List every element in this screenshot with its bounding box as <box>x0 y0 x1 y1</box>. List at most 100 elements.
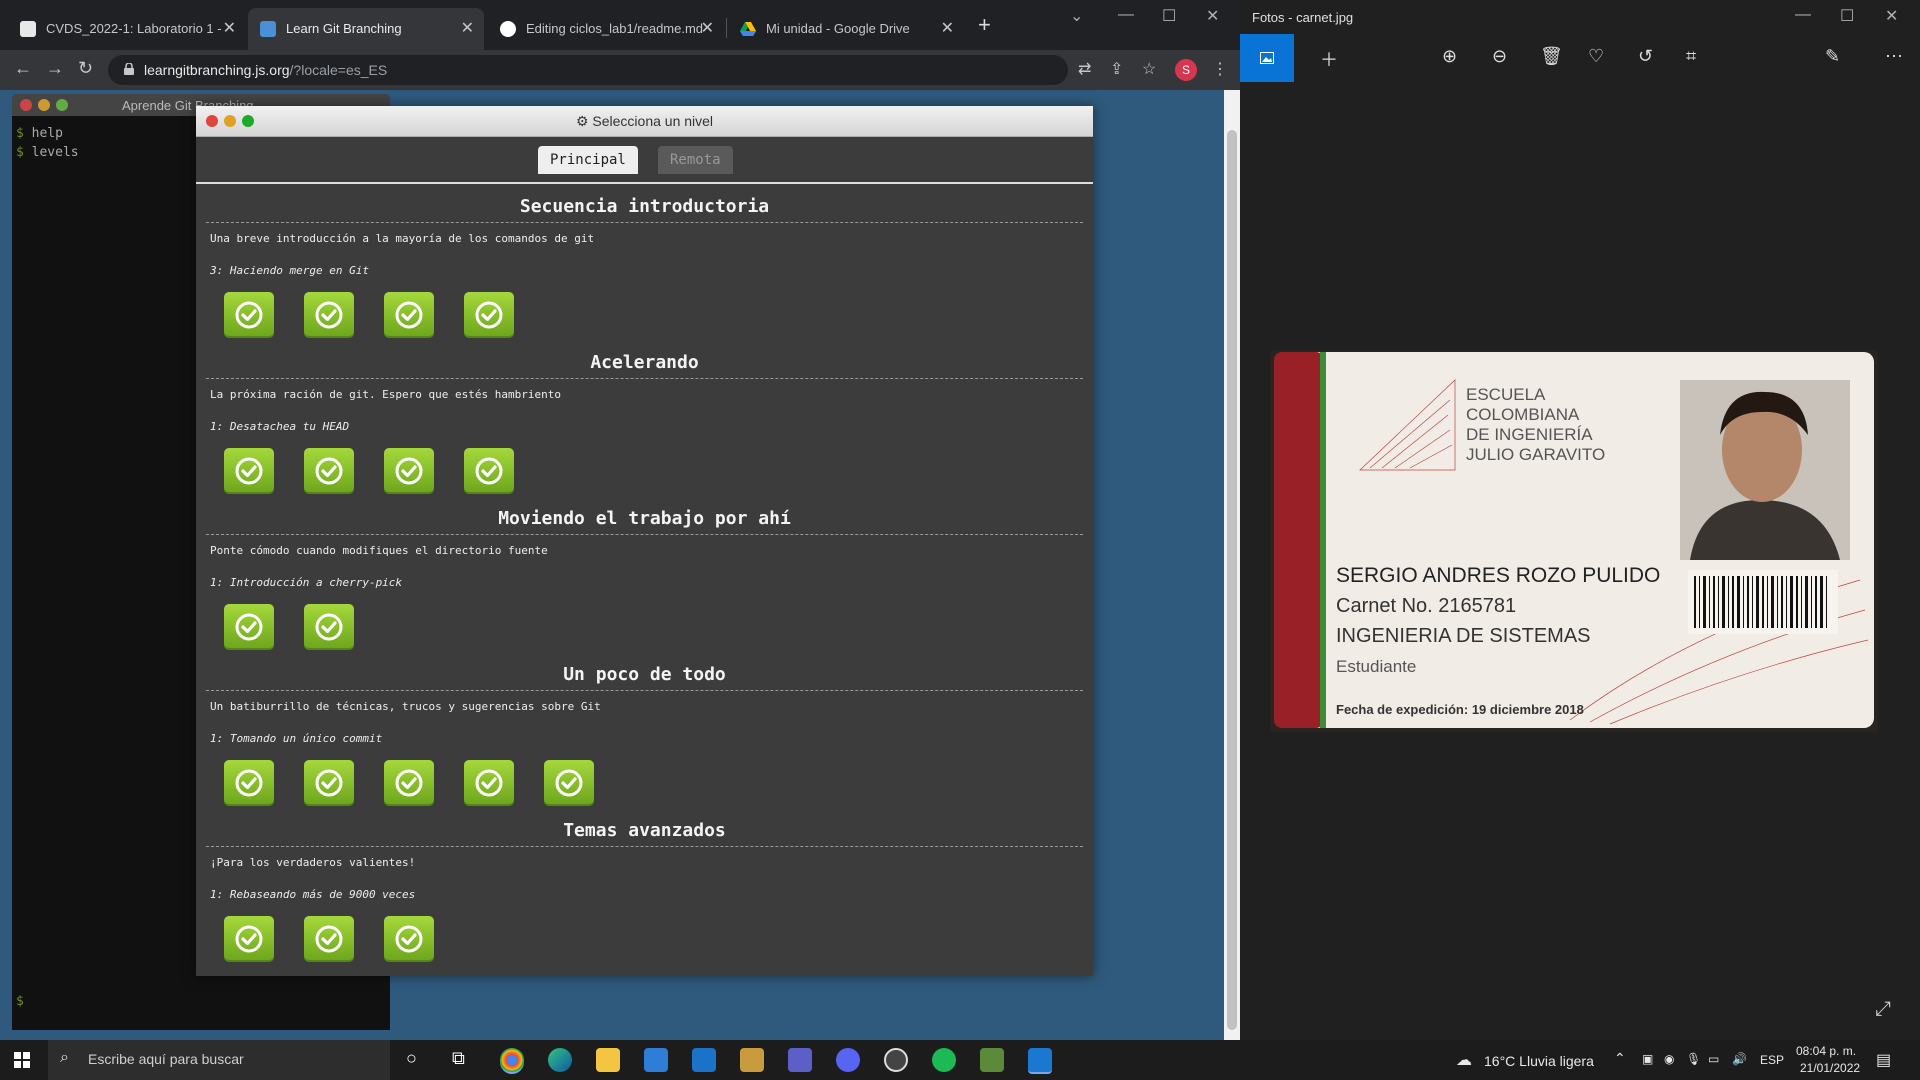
close-light[interactable] <box>20 99 32 111</box>
language-indicator[interactable]: ESP <box>1760 1053 1784 1067</box>
level-button[interactable] <box>304 604 354 650</box>
zoom-light[interactable] <box>56 99 68 111</box>
scrollbar-thumb[interactable] <box>1227 130 1237 1030</box>
tab-drive[interactable]: Mi unidad - Google Drive ✕ <box>728 8 964 50</box>
microphone-icon[interactable]: 🎙 <box>1686 1052 1701 1066</box>
level-button[interactable] <box>464 292 514 338</box>
edit-icon[interactable]: ✎ <box>1825 46 1840 67</box>
bookmark-star-icon[interactable]: ☆ <box>1142 59 1156 79</box>
forward-icon[interactable]: → <box>46 58 64 79</box>
translate-icon[interactable]: ⇄ <box>1078 59 1091 79</box>
task-view-icon[interactable]: ⧉ <box>452 1048 465 1069</box>
section-title: Secuencia introductoria <box>519 196 770 217</box>
add-icon[interactable]: ＋ <box>1320 46 1338 72</box>
clock-date[interactable]: 21/01/2022 <box>1800 1061 1860 1075</box>
level-button[interactable] <box>304 760 354 806</box>
checkmark-icon <box>235 301 263 329</box>
share-icon[interactable]: ⇪ <box>1110 59 1123 79</box>
weather-text[interactable]: 16°C Lluvia ligera <box>1484 1053 1594 1069</box>
level-button[interactable] <box>304 916 354 962</box>
file-explorer-icon[interactable] <box>596 1048 620 1072</box>
rotate-icon[interactable]: ↺ <box>1638 46 1653 67</box>
minimize-icon[interactable]: — <box>1118 6 1134 24</box>
spotify-icon[interactable] <box>932 1048 956 1072</box>
tab-search-icon[interactable]: ⌄ <box>1070 6 1083 26</box>
store-icon[interactable] <box>644 1048 668 1072</box>
level-button[interactable] <box>464 448 514 494</box>
taskbar-search[interactable]: ⌕ Escribe aquí para buscar <box>48 1040 390 1080</box>
fullscreen-icon[interactable]: ⤢ <box>1875 998 1891 1021</box>
close-tab-icon[interactable]: ✕ <box>941 18 954 38</box>
tab-principal[interactable]: Principal <box>538 146 638 174</box>
photos-icon[interactable] <box>1028 1048 1052 1074</box>
edge-icon[interactable] <box>548 1048 572 1072</box>
checkmark-icon <box>315 613 343 641</box>
clock-time[interactable]: 08:04 p. m. <box>1796 1044 1856 1058</box>
close-tab-icon[interactable]: ✕ <box>223 18 236 38</box>
issue-date: Fecha de expedición: 19 diciembre 2018 <box>1336 702 1584 717</box>
volume-icon[interactable]: 🔊 <box>1732 1052 1747 1066</box>
search-placeholder: Escribe aquí para buscar <box>88 1051 244 1067</box>
level-button[interactable] <box>464 760 514 806</box>
network-icon[interactable]: ▭ <box>1708 1052 1719 1066</box>
tab-remota[interactable]: Remota <box>658 146 733 174</box>
teams-icon[interactable] <box>788 1048 812 1072</box>
level-button[interactable] <box>544 760 594 806</box>
level-button[interactable] <box>304 448 354 494</box>
section-title: Temas avanzados <box>563 820 726 841</box>
maximize-icon[interactable]: ☐ <box>1162 6 1176 26</box>
terminal-prompt[interactable]: $ <box>16 994 24 1009</box>
chrome-window: CVDS_2022-1: Laboratorio 1 - Int ✕ Learn… <box>0 0 1240 1040</box>
level-button[interactable] <box>384 916 434 962</box>
new-tab-button[interactable]: + <box>978 12 991 38</box>
zoom-out-icon[interactable]: ⊖ <box>1492 46 1507 67</box>
cortana-icon[interactable]: ○ <box>406 1048 417 1069</box>
delete-icon[interactable]: 🗑 <box>1540 46 1563 67</box>
chrome-icon[interactable] <box>500 1048 524 1074</box>
menu-kebab-icon[interactable]: ⋮ <box>1212 59 1228 79</box>
windows-start-icon[interactable] <box>14 1052 30 1068</box>
nvidia-icon[interactable]: ◉ <box>1664 1052 1674 1066</box>
chevron-up-icon[interactable]: ⌃ <box>1614 1050 1626 1067</box>
tab-github[interactable]: Editing ciclos_lab1/readme.md at ✕ <box>488 8 724 50</box>
close-tab-icon[interactable]: ✕ <box>701 18 714 38</box>
more-icon[interactable]: ⋯ <box>1885 46 1903 67</box>
view-image-button[interactable] <box>1240 34 1294 82</box>
level-button[interactable] <box>224 448 274 494</box>
crop-icon[interactable]: ⌗ <box>1686 46 1696 67</box>
discord-icon[interactable] <box>836 1048 860 1072</box>
close-window-icon[interactable]: ✕ <box>1206 6 1219 26</box>
steam-icon[interactable] <box>884 1048 908 1072</box>
page-scrollbar[interactable] <box>1224 90 1240 1040</box>
profile-avatar[interactable]: S <box>1175 59 1197 81</box>
level-button[interactable] <box>384 760 434 806</box>
carnet-photo: ESCUELA COLOMBIANA DE INGENIERÍA JULIO G… <box>1270 350 1878 732</box>
omnibox[interactable]: learngitbranching.js.org/?locale=es_ES <box>108 55 1068 85</box>
league-icon[interactable] <box>740 1048 764 1072</box>
reload-icon[interactable]: ↻ <box>78 58 93 79</box>
level-button[interactable] <box>384 448 434 494</box>
level-button[interactable] <box>224 292 274 338</box>
meet-icon[interactable]: ▣ <box>1642 1052 1653 1066</box>
level-button[interactable] <box>384 292 434 338</box>
terminal-line: $ levels <box>16 145 79 160</box>
favorite-heart-icon[interactable]: ♡ <box>1588 46 1604 67</box>
weather-cloud-icon[interactable]: ☁ <box>1456 1050 1472 1070</box>
close-window-icon[interactable]: ✕ <box>1885 6 1898 26</box>
level-button[interactable] <box>224 760 274 806</box>
tab-learn-git[interactable]: Learn Git Branching ✕ <box>248 8 484 50</box>
zoom-in-icon[interactable]: ⊕ <box>1442 46 1457 67</box>
minimize-light[interactable] <box>38 99 50 111</box>
back-icon[interactable]: ← <box>14 58 32 79</box>
minimize-icon[interactable]: — <box>1795 6 1811 24</box>
level-button[interactable] <box>304 292 354 338</box>
level-button[interactable] <box>224 604 274 650</box>
checkmark-icon <box>235 457 263 485</box>
minecraft-icon[interactable] <box>980 1048 1004 1072</box>
level-button[interactable] <box>224 916 274 962</box>
tab-cvds[interactable]: CVDS_2022-1: Laboratorio 1 - Int ✕ <box>8 8 246 50</box>
close-tab-icon[interactable]: ✕ <box>461 18 474 38</box>
maximize-icon[interactable]: ☐ <box>1840 6 1854 26</box>
mail-icon[interactable] <box>692 1048 716 1072</box>
notification-icon[interactable]: ▤ <box>1876 1050 1891 1070</box>
